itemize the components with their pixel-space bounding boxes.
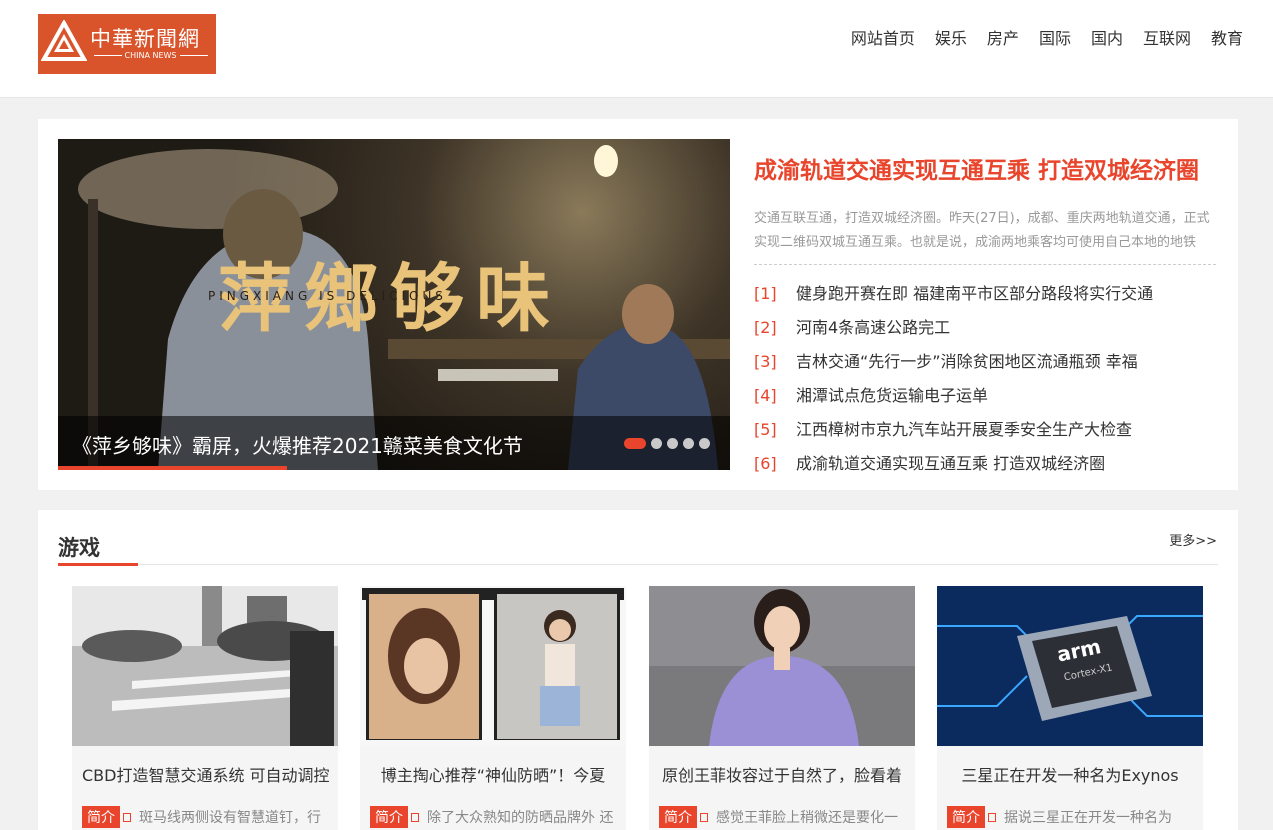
nav-real-estate[interactable]: 房产 <box>987 28 1019 50</box>
tag-box-icon <box>700 812 708 822</box>
list-item-number: [6] <box>754 454 777 473</box>
article-card[interactable]: 博主掏心推荐“神仙防晒”！今夏 简介 除了大众熟知的防晒品牌外 还 <box>360 586 626 830</box>
section-title-underline <box>58 563 138 566</box>
card-description: 简介 除了大众熟知的防晒品牌外 还 <box>370 806 620 828</box>
list-item[interactable]: [4] 湘潭试点危货运输电子运单 <box>754 379 1216 413</box>
carousel-dots <box>619 438 710 449</box>
card-image <box>649 586 915 746</box>
nav-education[interactable]: 教育 <box>1211 28 1243 50</box>
site-logo[interactable]: 中華新聞網 CHINA NEWS <box>38 14 216 74</box>
section-title: 游戏 <box>58 536 100 560</box>
list-item[interactable]: [5] 江西樟树市京九汽车站开展夏季安全生产大检查 <box>754 413 1216 447</box>
intro-tag: 简介 <box>82 806 120 828</box>
card-desc-text: 除了大众熟知的防晒品牌外 还 <box>427 810 614 826</box>
list-item-text[interactable]: 湘潭试点危货运输电子运单 <box>796 379 988 413</box>
headline-box: 成渝轨道交通实现互通互乘 打造双城经济圈 交通互联互通，打造双城经济圈。昨天(2… <box>754 139 1216 481</box>
list-item[interactable]: [1] 健身跑开赛在即 福建南平市区部分路段将实行交通 <box>754 277 1216 311</box>
intro-tag: 简介 <box>370 806 408 828</box>
logo-chinese-text: 中華新聞網 <box>90 27 200 51</box>
nav-entertainment[interactable]: 娱乐 <box>935 28 967 50</box>
games-section: 游戏 更多>> CBD打造智慧交通系统 可自动调控 简介 斑马线两侧设有智慧道钉… <box>38 510 1238 830</box>
list-item-number: [2] <box>754 318 777 337</box>
card-description: 简介 斑马线两侧设有智慧道钉，行 <box>82 806 332 828</box>
card-title[interactable]: CBD打造智慧交通系统 可自动调控 <box>72 762 338 786</box>
image-carousel[interactable]: 萍鄉够味 PINGXIANG IS DELICIOUS 《萍乡够味》霸屏，火爆推… <box>58 139 730 470</box>
tag-box-icon <box>411 812 419 822</box>
card-title[interactable]: 博主掏心推荐“神仙防晒”！今夏 <box>360 762 626 786</box>
slide-overlay-subtitle: PINGXIANG IS DELICIOUS <box>208 289 447 303</box>
card-image: arm Cortex-X1 <box>937 586 1203 746</box>
card-desc-text: 感觉王菲脸上稍微还是要化一 <box>716 810 898 826</box>
list-item-number: [4] <box>754 386 777 405</box>
article-card[interactable]: 原创王菲妆容过于自然了，脸看着 简介 感觉王菲脸上稍微还是要化一 <box>649 586 915 830</box>
list-item-text[interactable]: 健身跑开赛在即 福建南平市区部分路段将实行交通 <box>796 277 1153 311</box>
logo-english-text: CHINA NEWS <box>90 51 211 60</box>
nav-home[interactable]: 网站首页 <box>851 28 915 50</box>
site-header: 中華新聞網 CHINA NEWS 网站首页 娱乐 房产 国际 国内 互联网 教育 <box>0 0 1273 98</box>
carousel-dot-3[interactable] <box>667 438 678 449</box>
carousel-progress-bar <box>58 466 287 470</box>
tag-box-icon <box>123 812 131 822</box>
logo-mark-icon <box>41 20 87 61</box>
carousel-caption-bar: 《萍乡够味》霸屏，火爆推荐2021赣菜美食文化节 <box>58 416 730 470</box>
card-description: 简介 感觉王菲脸上稍微还是要化一 <box>659 806 909 828</box>
carousel-dot-4[interactable] <box>683 438 694 449</box>
card-title[interactable]: 原创王菲妆容过于自然了，脸看着 <box>649 762 915 786</box>
carousel-dot-5[interactable] <box>699 438 710 449</box>
card-desc-text: 斑马线两侧设有智慧道钉，行 <box>139 810 321 826</box>
list-item-text[interactable]: 成渝轨道交通实现互通互乘 打造双城经济圈 <box>796 447 1105 481</box>
card-description: 简介 据说三星正在开发一种名为 <box>947 806 1197 828</box>
headline-title[interactable]: 成渝轨道交通实现互通互乘 打造双城经济圈 <box>754 139 1216 203</box>
featured-panel: 萍鄉够味 PINGXIANG IS DELICIOUS 《萍乡够味》霸屏，火爆推… <box>38 119 1238 490</box>
main-nav: 网站首页 娱乐 房产 国际 国内 互联网 教育 <box>831 28 1243 50</box>
list-item[interactable]: [2] 河南4条高速公路完工 <box>754 311 1216 345</box>
nav-domestic[interactable]: 国内 <box>1091 28 1123 50</box>
carousel-caption[interactable]: 《萍乡够味》霸屏，火爆推荐2021赣菜美食文化节 <box>72 430 523 459</box>
tag-box-icon <box>988 812 996 822</box>
list-item-text[interactable]: 江西樟树市京九汽车站开展夏季安全生产大检查 <box>796 413 1132 447</box>
article-card[interactable]: CBD打造智慧交通系统 可自动调控 简介 斑马线两侧设有智慧道钉，行 <box>72 586 338 830</box>
nav-internet[interactable]: 互联网 <box>1143 28 1191 50</box>
carousel-dot-2[interactable] <box>651 438 662 449</box>
list-item-number: [3] <box>754 352 777 371</box>
card-title[interactable]: 三星正在开发一种名为Exynos <box>937 762 1203 786</box>
news-list: [1] 健身跑开赛在即 福建南平市区部分路段将实行交通 [2] 河南4条高速公路… <box>754 277 1216 481</box>
card-desc-text: 据说三星正在开发一种名为 <box>1004 810 1172 826</box>
intro-tag: 简介 <box>947 806 985 828</box>
list-item[interactable]: [6] 成渝轨道交通实现互通互乘 打造双城经济圈 <box>754 447 1216 481</box>
list-item-text[interactable]: 吉林交通“先行一步”消除贫困地区流通瓶颈 幸福 <box>796 345 1138 379</box>
headline-summary: 交通互联互通，打造双城经济圈。昨天(27日)，成都、重庆两地轨道交通，正式实现二… <box>754 207 1216 265</box>
list-item-number: [1] <box>754 284 777 303</box>
intro-tag: 简介 <box>659 806 697 828</box>
carousel-dot-1[interactable] <box>624 438 646 449</box>
list-item[interactable]: [3] 吉林交通“先行一步”消除贫困地区流通瓶颈 幸福 <box>754 345 1216 379</box>
card-image <box>72 586 338 746</box>
article-card[interactable]: arm Cortex-X1 三星正在开发一种名为Exynos 简介 据说三星正在… <box>937 586 1203 830</box>
list-item-number: [5] <box>754 420 777 439</box>
list-item-text[interactable]: 河南4条高速公路完工 <box>796 311 950 345</box>
more-link[interactable]: 更多>> <box>1169 530 1217 549</box>
card-image <box>360 586 626 746</box>
section-divider <box>58 564 1218 565</box>
nav-international[interactable]: 国际 <box>1039 28 1071 50</box>
